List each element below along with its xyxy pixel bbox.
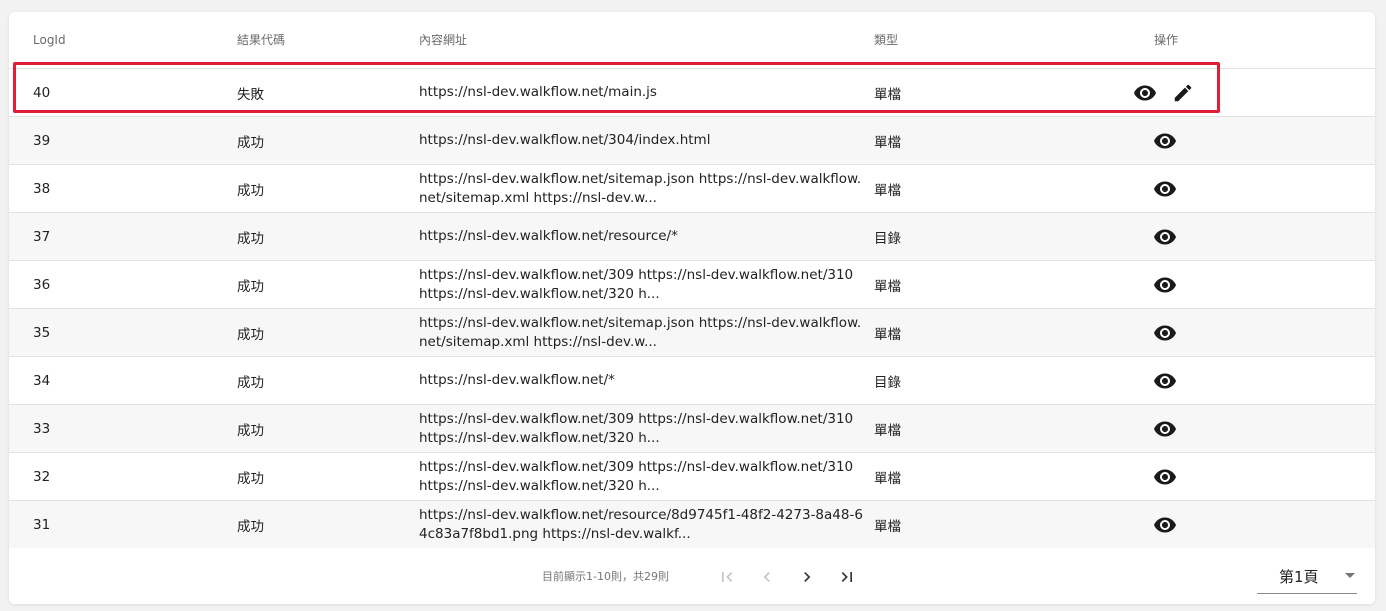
content-url-cell: https://nsl-dev.walkflow.net/304/index.h… [419, 117, 865, 164]
result-code-cell: 失敗 [237, 86, 264, 103]
actions-cell [1129, 501, 1229, 548]
log-id-cell: 35 [33, 324, 51, 341]
log-table-card: LogId 結果代碼 內容網址 類型 操作 40 失敗 https://nsl-de… [9, 12, 1375, 604]
result-code-cell: 成功 [237, 518, 264, 535]
result-code-cell: 成功 [237, 182, 264, 199]
view-icon[interactable] [1132, 80, 1158, 106]
type-cell: 單檔 [874, 470, 901, 487]
type-cell: 目錄 [874, 374, 901, 391]
content-url-cell: https://nsl-dev.walkflow.net/sitemap.jso… [419, 309, 865, 356]
content-url-cell: https://nsl-dev.walkflow.net/main.js [419, 69, 865, 116]
actions-cell [1129, 69, 1229, 116]
actions-cell [1129, 261, 1229, 308]
content-url-text: https://nsl-dev.walkflow.net/309 https:/… [419, 458, 854, 494]
actions-cell [1129, 309, 1229, 356]
table-row: 31 成功 https://nsl-dev.walkflow.net/resourc… [9, 501, 1375, 549]
log-id-cell: 40 [33, 84, 51, 101]
table-row: 40 失敗 https://nsl-dev.walkflow.net/main.js… [9, 69, 1375, 117]
actions-cell [1129, 213, 1229, 260]
table-row: 33 成功 https://nsl-dev.walkflow.net/309 htt… [9, 405, 1375, 453]
result-code-cell: 成功 [237, 470, 264, 487]
next-page-icon[interactable] [795, 565, 819, 589]
last-page-icon[interactable] [835, 565, 859, 589]
log-id-cell: 36 [33, 276, 51, 293]
type-cell: 目錄 [874, 230, 901, 247]
table-row: 34 成功 https://nsl-dev.walkflow.net/* 目錄 [9, 357, 1375, 405]
content-url-text: https://nsl-dev.walkflow.net/sitemap.jso… [419, 170, 862, 206]
table-row: 38 成功 https://nsl-dev.walkflow.net/sitemap… [9, 165, 1375, 213]
view-icon[interactable] [1152, 224, 1178, 250]
table-header: LogId 結果代碼 內容網址 類型 操作 [9, 12, 1375, 69]
type-cell: 單檔 [874, 518, 901, 535]
first-page-icon[interactable] [715, 565, 739, 589]
type-cell: 單檔 [874, 86, 901, 103]
table-row: 39 成功 https://nsl-dev.walkflow.net/304/ind… [9, 117, 1375, 165]
type-cell: 單檔 [874, 134, 901, 151]
view-icon[interactable] [1152, 368, 1178, 394]
log-id-cell: 37 [33, 228, 51, 245]
type-cell: 單檔 [874, 182, 901, 199]
content-url-text: https://nsl-dev.walkflow.net/main.js [419, 84, 657, 100]
content-url-text: https://nsl-dev.walkflow.net/resource/8d… [419, 506, 863, 542]
actions-cell [1129, 405, 1229, 452]
content-url-text: https://nsl-dev.walkflow.net/304/index.h… [419, 132, 711, 148]
type-cell: 單檔 [874, 278, 901, 295]
content-url-cell: https://nsl-dev.walkflow.net/309 https:/… [419, 261, 865, 308]
table-footer [9, 548, 1375, 604]
log-id-cell: 34 [33, 372, 51, 389]
table-row: 32 成功 https://nsl-dev.walkflow.net/309 htt… [9, 453, 1375, 501]
content-url-cell: https://nsl-dev.walkflow.net/309 https:/… [419, 405, 865, 452]
type-cell: 單檔 [874, 422, 901, 439]
content-url-text: https://nsl-dev.walkflow.net/resource/* [419, 228, 678, 244]
content-url-text: https://nsl-dev.walkflow.net/sitemap.jso… [419, 314, 862, 350]
view-icon[interactable] [1152, 512, 1178, 538]
view-icon[interactable] [1152, 464, 1178, 490]
edit-icon[interactable] [1170, 80, 1196, 106]
content-url-text: https://nsl-dev.walkflow.net/309 https:/… [419, 266, 854, 302]
result-code-cell: 成功 [237, 230, 264, 247]
dropdown-arrow-icon [1345, 573, 1355, 578]
log-id-cell: 33 [33, 420, 51, 437]
header-actions: 操作 [1154, 33, 1179, 47]
result-code-cell: 成功 [237, 134, 264, 151]
page-select[interactable]: 第1頁 [1257, 565, 1357, 594]
table-row: 35 成功 https://nsl-dev.walkflow.net/sitemap… [9, 309, 1375, 357]
log-id-cell: 32 [33, 468, 51, 485]
header-type[interactable]: 類型 [874, 33, 898, 47]
type-cell: 單檔 [874, 326, 901, 343]
prev-page-icon[interactable] [755, 565, 779, 589]
view-icon[interactable] [1152, 416, 1178, 442]
page-select-value: 第1頁 [1279, 568, 1319, 586]
header-log-id[interactable]: LogId [33, 33, 66, 47]
actions-cell [1129, 357, 1229, 404]
actions-cell [1129, 165, 1229, 212]
content-url-cell: https://nsl-dev.walkflow.net/* [419, 357, 865, 404]
log-id-cell: 38 [33, 180, 51, 197]
view-icon[interactable] [1152, 128, 1178, 154]
log-id-cell: 31 [33, 516, 51, 533]
content-url-cell: https://nsl-dev.walkflow.net/sitemap.jso… [419, 165, 865, 212]
view-icon[interactable] [1152, 320, 1178, 346]
content-url-cell: https://nsl-dev.walkflow.net/resource/8d… [419, 501, 865, 548]
content-url-text: https://nsl-dev.walkflow.net/309 https:/… [419, 410, 854, 446]
content-url-text: https://nsl-dev.walkflow.net/* [419, 372, 615, 388]
view-icon[interactable] [1152, 176, 1178, 202]
view-icon[interactable] [1152, 272, 1178, 298]
table-row: 37 成功 https://nsl-dev.walkflow.net/resourc… [9, 213, 1375, 261]
result-code-cell: 成功 [237, 422, 264, 439]
actions-cell [1129, 117, 1229, 164]
pagination-summary: 目前顯示1-10則，共29則 [542, 570, 669, 583]
result-code-cell: 成功 [237, 374, 264, 391]
content-url-cell: https://nsl-dev.walkflow.net/resource/* [419, 213, 865, 260]
header-result-code[interactable]: 結果代碼 [237, 33, 285, 47]
log-id-cell: 39 [33, 132, 51, 149]
header-content-url[interactable]: 內容網址 [419, 33, 467, 47]
table-row: 36 成功 https://nsl-dev.walkflow.net/309 htt… [9, 261, 1375, 309]
result-code-cell: 成功 [237, 278, 264, 295]
actions-cell [1129, 453, 1229, 500]
result-code-cell: 成功 [237, 326, 264, 343]
content-url-cell: https://nsl-dev.walkflow.net/309 https:/… [419, 453, 865, 500]
